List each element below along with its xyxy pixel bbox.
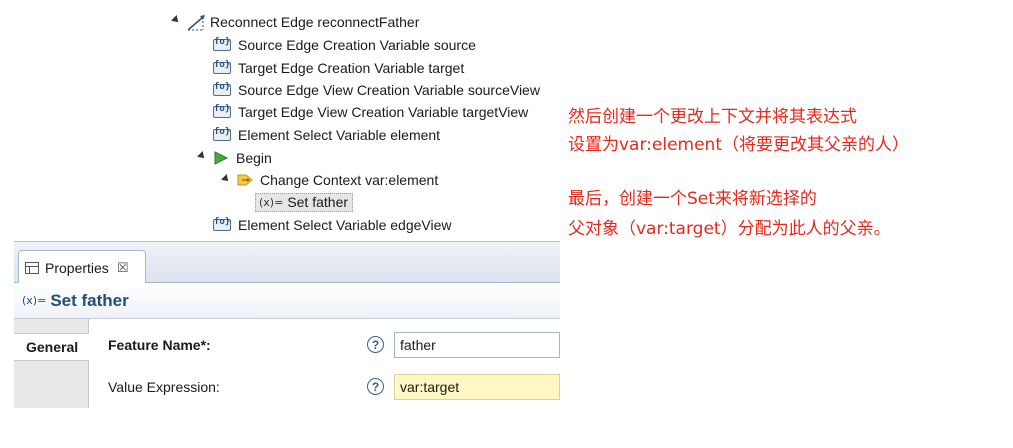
feature-name-label: Feature Name*:	[108, 337, 211, 353]
expand-arrow-icon[interactable]	[171, 15, 181, 25]
expand-arrow-icon[interactable]	[221, 174, 231, 184]
help-icon[interactable]: ?	[367, 336, 384, 353]
tab-label: Properties	[45, 259, 109, 276]
model-tree: Reconnect Edge reconnectFather fo} Sourc…	[0, 0, 560, 240]
section-tabs: General	[14, 319, 89, 408]
tree-item-variable[interactable]: fo} Source Edge View Creation Variable s…	[212, 80, 540, 100]
tree-item-label: Target Edge Creation Variable target	[238, 60, 465, 76]
set-operation-icon: (x)=	[22, 294, 47, 307]
tree-item-label: Source Edge View Creation Variable sourc…	[238, 82, 540, 98]
properties-view: Properties ☒ (x)= Set father General Fea…	[14, 241, 560, 408]
properties-title-bar: (x)= Set father	[14, 283, 560, 319]
tab-properties[interactable]: Properties ☒	[18, 250, 146, 284]
tree-item-label: Set father	[287, 194, 349, 210]
tree-item-label: Element Select Variable edgeView	[238, 217, 452, 233]
reconnect-edge-icon	[186, 14, 205, 31]
selected-tree-item[interactable]: (x)= Set father	[255, 192, 354, 212]
value-expression-label: Value Expression:	[108, 379, 220, 395]
expand-arrow-icon[interactable]	[197, 151, 207, 161]
begin-icon	[212, 150, 230, 166]
set-operation-icon: (x)=	[259, 195, 284, 209]
variable-icon: fo}	[212, 217, 232, 233]
annotation-line-3: 最后，创建一个Set来将新选择的	[568, 189, 817, 209]
tree-item-label: Begin	[236, 150, 272, 166]
feature-name-field[interactable]: father	[394, 332, 560, 358]
tree-item-variable[interactable]: fo} Target Edge View Creation Variable t…	[212, 102, 528, 122]
tree-item-label: Target Edge View Creation Variable targe…	[238, 104, 529, 120]
variable-icon: fo}	[212, 60, 232, 76]
variable-icon: fo}	[212, 82, 232, 98]
value-expression-field[interactable]: var:target	[394, 374, 560, 400]
close-icon[interactable]: ☒	[117, 260, 129, 276]
variable-icon: fo}	[212, 104, 232, 120]
tree-item-label: Reconnect Edge reconnectFather	[210, 14, 420, 30]
tree-item-label: Source Edge Creation Variable source	[238, 37, 476, 53]
properties-icon	[25, 261, 39, 274]
tree-item-variable[interactable]: fo} Target Edge Creation Variable target	[212, 58, 464, 78]
annotation-line-2: 设置为var:element（将要更改其父亲的人）	[568, 135, 909, 155]
change-context-icon	[236, 172, 254, 188]
tab-general[interactable]: General	[14, 333, 89, 361]
variable-icon: fo}	[212, 37, 232, 53]
help-icon[interactable]: ?	[367, 378, 384, 395]
page-title: Set father	[50, 290, 129, 310]
view-tab-bar: Properties ☒	[14, 241, 560, 284]
tree-item-label: Element Select Variable element	[238, 127, 441, 143]
annotation-line-1: 然后创建一个更改上下文并将其表达式	[568, 107, 857, 127]
tree-item-set-father[interactable]: (x)= Set father	[255, 192, 354, 212]
tree-item-change-context[interactable]: Change Context var:element	[236, 170, 438, 190]
tree-item-reconnect-edge[interactable]: Reconnect Edge reconnectFather	[186, 12, 419, 32]
tree-item-variable[interactable]: fo} Element Select Variable edgeView	[212, 215, 452, 235]
tree-item-begin[interactable]: Begin	[212, 148, 272, 168]
annotation-line-4: 父对象（var:target）分配为此人的父亲。	[568, 219, 891, 239]
tree-item-label: Change Context var:element	[260, 172, 439, 188]
tree-item-variable[interactable]: fo} Element Select Variable element	[212, 125, 440, 145]
variable-icon: fo}	[212, 127, 232, 143]
tree-item-variable[interactable]: fo} Source Edge Creation Variable source	[212, 35, 476, 55]
